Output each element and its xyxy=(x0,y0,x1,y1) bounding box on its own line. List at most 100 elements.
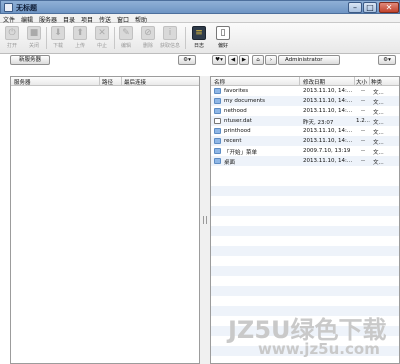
file-icon xyxy=(214,118,221,124)
folder-icon xyxy=(214,138,221,144)
file-row[interactable]: my documents 2013.11.10, 14:... -- 文... xyxy=(211,96,399,106)
column-divider xyxy=(354,77,355,86)
open-button[interactable]: ⏻ 打开 xyxy=(2,26,22,49)
file-name: ntuser.dat xyxy=(224,118,252,124)
file-kind: 文... xyxy=(373,160,384,166)
file-size: -- xyxy=(361,128,365,134)
file-size: -- xyxy=(361,148,365,154)
stop-label: 中止 xyxy=(96,43,107,49)
right-toolbar: ♥▾ ◀ ▶ ⌂ › Administrator ⚙▾ xyxy=(210,55,400,67)
path-arrow-icon[interactable]: › xyxy=(265,55,277,65)
app-icon xyxy=(4,3,13,12)
edit-icon: ✎ xyxy=(119,26,133,40)
column-size[interactable]: 大小 xyxy=(356,78,367,86)
minimize-button[interactable]: – xyxy=(348,2,362,13)
file-kind: 文... xyxy=(373,90,384,96)
back-button[interactable]: ◀ xyxy=(228,55,238,65)
bookmark-button[interactable]: ♥▾ xyxy=(212,55,226,65)
column-divider xyxy=(99,77,100,86)
file-row[interactable]: recent 2013.11.10, 14:... -- 文... xyxy=(211,136,399,146)
file-row[interactable]: 「开始」菜单 2009.7.10, 13:19 -- 文... xyxy=(211,146,399,156)
column-server[interactable]: 服务器 xyxy=(14,78,31,86)
log-button[interactable]: ≡ 日志 xyxy=(189,26,209,49)
preferences-icon: ▯ xyxy=(216,26,230,40)
upload-icon: ⬆ xyxy=(73,26,87,40)
close-window-button[interactable]: ✕ xyxy=(379,2,399,13)
file-size: -- xyxy=(361,138,365,144)
edit-button[interactable]: ✎ 编辑 xyxy=(116,26,136,49)
upload-label: 上传 xyxy=(74,43,85,49)
log-label: 日志 xyxy=(193,43,204,49)
file-name: my documents xyxy=(224,98,265,104)
download-button[interactable]: ⬇ 下载 xyxy=(48,26,68,49)
file-row[interactable]: favorites 2013.11.10, 14:... -- 文... xyxy=(211,86,399,96)
file-date: 2013.11.10, 14:... xyxy=(303,98,353,104)
file-name: printhood xyxy=(224,128,251,134)
folder-icon xyxy=(214,128,221,134)
file-date: 2013.11.10, 14:... xyxy=(303,88,353,94)
file-row[interactable]: 桌面 2013.11.10, 14:... -- 文... xyxy=(211,156,399,166)
maximize-button[interactable]: □ xyxy=(363,2,377,13)
open-label: 打开 xyxy=(6,43,17,49)
title-bar: 无标题 – □ ✕ xyxy=(0,0,400,14)
file-kind: 文... xyxy=(373,140,384,146)
toolbar-separator xyxy=(114,27,115,49)
folder-icon xyxy=(214,98,221,104)
file-kind: 文... xyxy=(373,150,384,156)
file-kind: 文... xyxy=(373,120,384,126)
delete-button[interactable]: ⊘ 删除 xyxy=(138,26,158,49)
delete-icon: ⊘ xyxy=(141,26,155,40)
gear-menu-button[interactable]: ⚙▾ xyxy=(178,55,196,65)
file-date: 昨天, 23:07 xyxy=(303,120,334,126)
info-label: 获取信息 xyxy=(160,43,181,49)
close-label: 关闭 xyxy=(28,43,39,49)
column-divider xyxy=(121,77,122,86)
column-last-connect[interactable]: 最后连接 xyxy=(124,78,146,86)
upload-button[interactable]: ⬆ 上传 xyxy=(70,26,90,49)
file-kind: 文... xyxy=(373,130,384,136)
close-icon: ■ xyxy=(27,26,41,40)
file-row[interactable]: nethood 2013.11.10, 14:... -- 文... xyxy=(211,106,399,116)
file-row[interactable]: ntuser.dat 昨天, 23:07 1.2... 文... xyxy=(211,116,399,126)
log-icon: ≡ xyxy=(192,26,206,40)
delete-label: 删除 xyxy=(142,43,153,49)
column-path[interactable]: 路径 xyxy=(102,78,113,86)
file-date: 2013.11.10, 14:... xyxy=(303,108,353,114)
folder-icon xyxy=(214,158,221,164)
close-button[interactable]: ■ 关闭 xyxy=(24,26,44,49)
stop-icon: ✕ xyxy=(95,26,109,40)
splitter-grip-icon xyxy=(203,216,207,224)
file-row[interactable]: printhood 2013.11.10, 14:... -- 文... xyxy=(211,126,399,136)
column-modified[interactable]: 修改日期 xyxy=(303,78,325,86)
file-date: 2013.11.10, 14:... xyxy=(303,158,353,164)
file-name: 「开始」菜单 xyxy=(224,150,258,156)
preferences-label: 偏好 xyxy=(217,43,228,49)
toolbar-separator xyxy=(46,27,47,49)
column-kind[interactable]: 种类 xyxy=(371,78,382,86)
new-server-button[interactable]: 新服务器 xyxy=(10,55,50,65)
stop-button[interactable]: ✕ 中止 xyxy=(92,26,112,49)
file-date: 2009.7.10, 13:19 xyxy=(303,148,351,154)
file-size: -- xyxy=(361,108,365,114)
info-button[interactable]: i 获取信息 xyxy=(160,26,180,49)
forward-button[interactable]: ▶ xyxy=(239,55,249,65)
folder-icon xyxy=(214,108,221,114)
preferences-button[interactable]: ▯ 偏好 xyxy=(213,26,233,49)
file-kind: 文... xyxy=(373,100,384,106)
file-size: -- xyxy=(361,158,365,164)
column-divider xyxy=(369,77,370,86)
toolbar: ⏻ 打开 ■ 关闭 ⬇ 下载 ⬆ 上传 ✕ 中止 ✎ 编辑 ⊘ 删除 i 获取信… xyxy=(0,23,400,54)
download-label: 下载 xyxy=(52,43,63,49)
left-toolbar: 新服务器 ⚙▾ xyxy=(0,55,200,67)
path-breadcrumb[interactable]: Administrator xyxy=(278,55,340,65)
folder-icon xyxy=(214,88,221,94)
right-gear-menu-button[interactable]: ⚙▾ xyxy=(378,55,396,65)
file-date: 2013.11.10, 14:... xyxy=(303,138,353,144)
toolbar-separator xyxy=(185,27,186,49)
column-name[interactable]: 名称 xyxy=(214,78,225,86)
file-size: -- xyxy=(361,88,365,94)
open-icon: ⏻ xyxy=(5,26,19,40)
panel-splitter[interactable] xyxy=(200,76,210,364)
download-icon: ⬇ xyxy=(51,26,65,40)
home-button[interactable]: ⌂ xyxy=(252,55,264,65)
